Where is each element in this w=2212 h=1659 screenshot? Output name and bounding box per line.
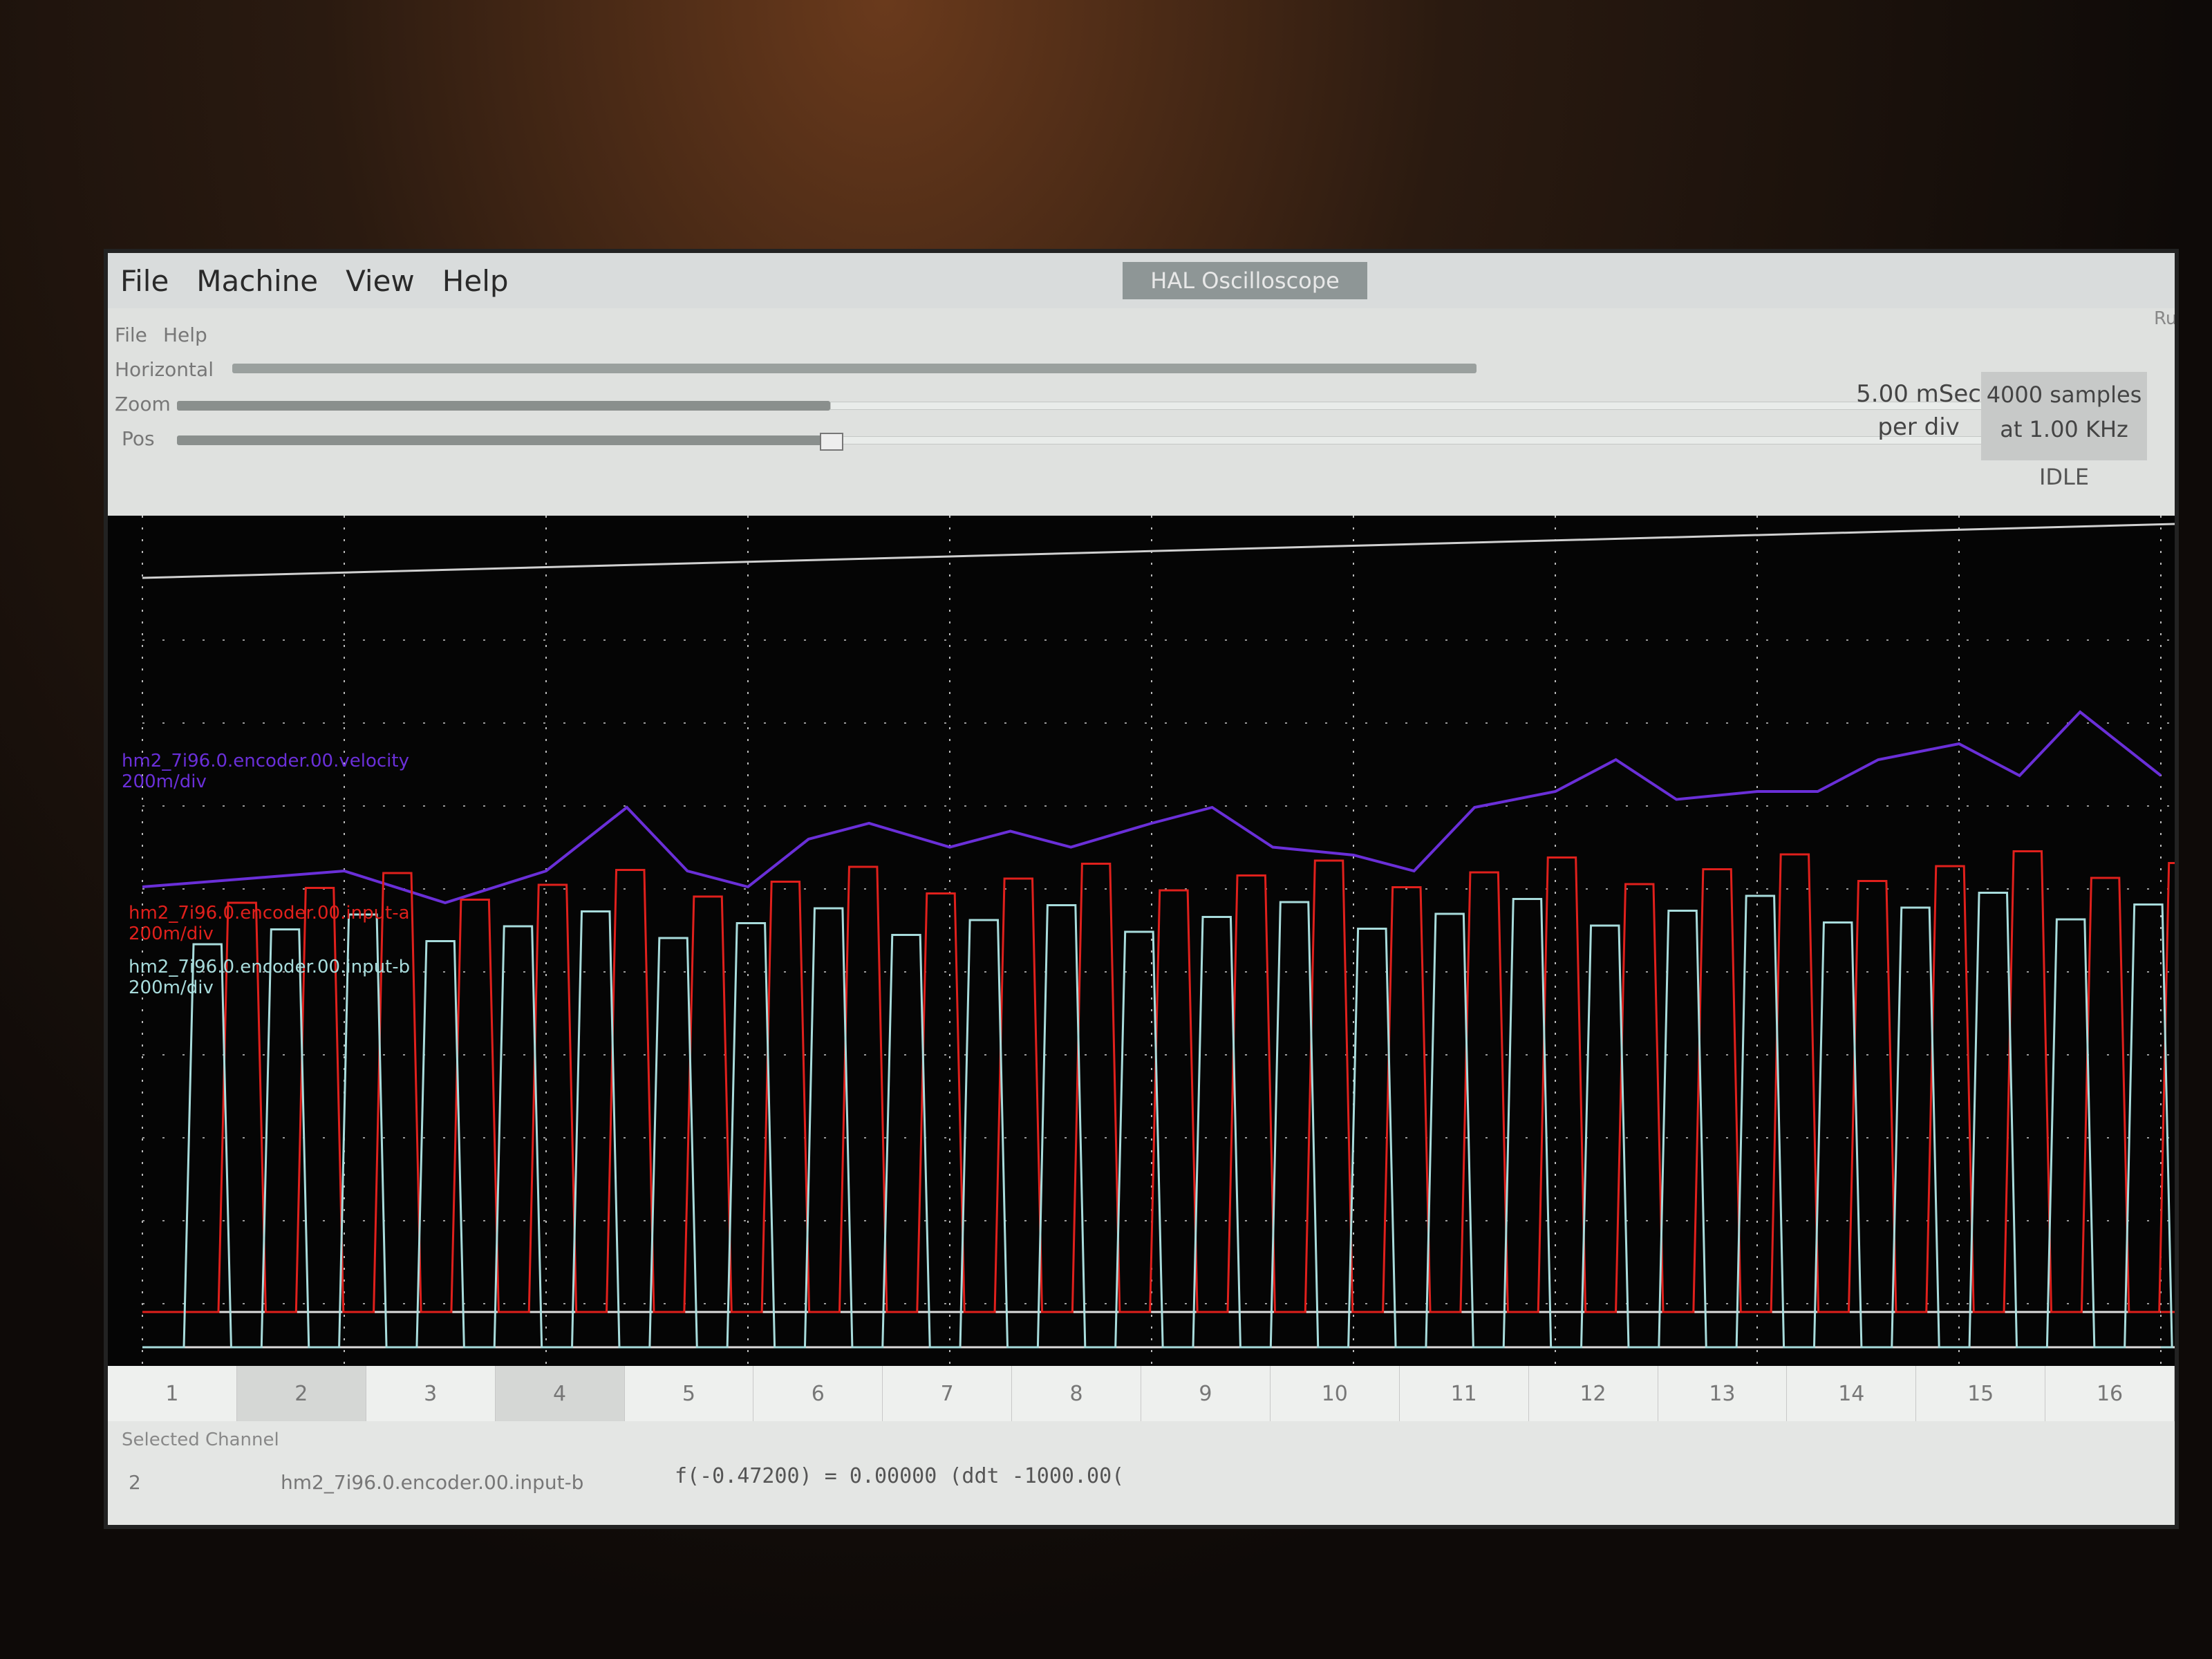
rate-value: 5.00 mSec <box>1856 380 1981 408</box>
samples-box: 4000 samples at 1.00 KHz <box>1981 372 2147 460</box>
horizontal-label: Horizontal <box>115 358 214 381</box>
scope-menu-file[interactable]: File <box>115 324 147 346</box>
input-b-name: hm2_7i96.0.encoder.00.input-b <box>129 957 411 977</box>
pos-label: Pos <box>122 427 155 450</box>
velocity-label[interactable]: hm2_7i96.0.encoder.00.velocity 200m/div <box>122 751 409 792</box>
channel-button-8[interactable]: 8 <box>1012 1366 1141 1421</box>
selected-channel-title: Selected Channel <box>122 1430 279 1450</box>
rate-display[interactable]: 5.00 mSec per div <box>1856 377 1981 444</box>
selected-channel-number: 2 <box>129 1471 141 1494</box>
velocity-scale: 200m/div <box>122 771 207 792</box>
channel-button-4[interactable]: 4 <box>495 1366 625 1421</box>
horizontal-divider <box>232 364 1477 373</box>
channel-button-11[interactable]: 11 <box>1400 1366 1529 1421</box>
run-state: IDLE <box>2038 464 2090 490</box>
input-a-label[interactable]: hm2_7i96.0.encoder.00.input-a 200m/div <box>129 903 410 944</box>
screen: File Machine View Help HAL Oscilloscope … <box>104 249 2179 1529</box>
channel-button-2[interactable]: 2 <box>236 1366 366 1421</box>
input-a-scale: 200m/div <box>129 924 214 944</box>
input-b-scale: 200m/div <box>129 977 214 998</box>
selected-channel-readout: f(-0.47200) = 0.00000 (ddt -1000.00( <box>675 1464 1125 1488</box>
selected-channel-name: hm2_7i96.0.encoder.00.input-b <box>281 1471 584 1494</box>
samples-count: 4000 samples <box>1986 382 2142 408</box>
channel-button-14[interactable]: 14 <box>1787 1366 1917 1421</box>
trigger-level-line <box>142 523 2175 579</box>
menu-help[interactable]: Help <box>442 264 509 298</box>
scope-menu-help[interactable]: Help <box>163 324 207 346</box>
channel-button-10[interactable]: 10 <box>1271 1366 1400 1421</box>
channel-button-1[interactable]: 1 <box>108 1366 237 1421</box>
input-b-label[interactable]: hm2_7i96.0.encoder.00.input-b 200m/div <box>129 957 410 998</box>
velocity-name: hm2_7i96.0.encoder.00.velocity <box>122 751 409 771</box>
side-cut-label: Ru <box>2154 308 2177 329</box>
zoom-label: Zoom <box>115 393 171 415</box>
input-a-trace <box>142 850 2175 1313</box>
channel-button-16[interactable]: 16 <box>2045 1366 2175 1421</box>
channel-button-13[interactable]: 13 <box>1658 1366 1788 1421</box>
rate-unit: per div <box>1877 413 1960 441</box>
channel-strip: 1 2 3 4 5 6 7 8 9 10 11 12 13 14 15 16 <box>108 1366 2175 1421</box>
selected-channel-panel: Selected Channel 2 hm2_7i96.0.encoder.00… <box>108 1421 2175 1525</box>
channel-button-7[interactable]: 7 <box>883 1366 1013 1421</box>
channel-button-5[interactable]: 5 <box>625 1366 754 1421</box>
scope-header: File Help Horizontal Zoom Pos 5.00 mSec … <box>108 308 2175 518</box>
pos-slider-track[interactable] <box>177 435 830 445</box>
channel-button-12[interactable]: 12 <box>1529 1366 1658 1421</box>
menu-machine[interactable]: Machine <box>196 264 318 298</box>
channel-button-6[interactable]: 6 <box>753 1366 883 1421</box>
zoom-slider-track[interactable] <box>177 401 830 411</box>
menu-view[interactable]: View <box>346 264 415 298</box>
scope-plot[interactable]: hm2_7i96.0.encoder.00.velocity 200m/div … <box>108 516 2175 1366</box>
sample-rate: at 1.00 KHz <box>2000 416 2128 442</box>
menubar: File Machine View Help <box>108 253 2175 308</box>
input-a-name: hm2_7i96.0.encoder.00.input-a <box>129 903 410 924</box>
channel-button-15[interactable]: 15 <box>1916 1366 2046 1421</box>
side-panel-cut: Ru <box>2154 308 2175 516</box>
pos-slider-knob[interactable] <box>820 433 843 451</box>
scope-plot-svg <box>142 516 2175 1366</box>
channel-button-3[interactable]: 3 <box>366 1366 496 1421</box>
channel-button-9[interactable]: 9 <box>1141 1366 1271 1421</box>
menu-file[interactable]: File <box>120 264 169 298</box>
